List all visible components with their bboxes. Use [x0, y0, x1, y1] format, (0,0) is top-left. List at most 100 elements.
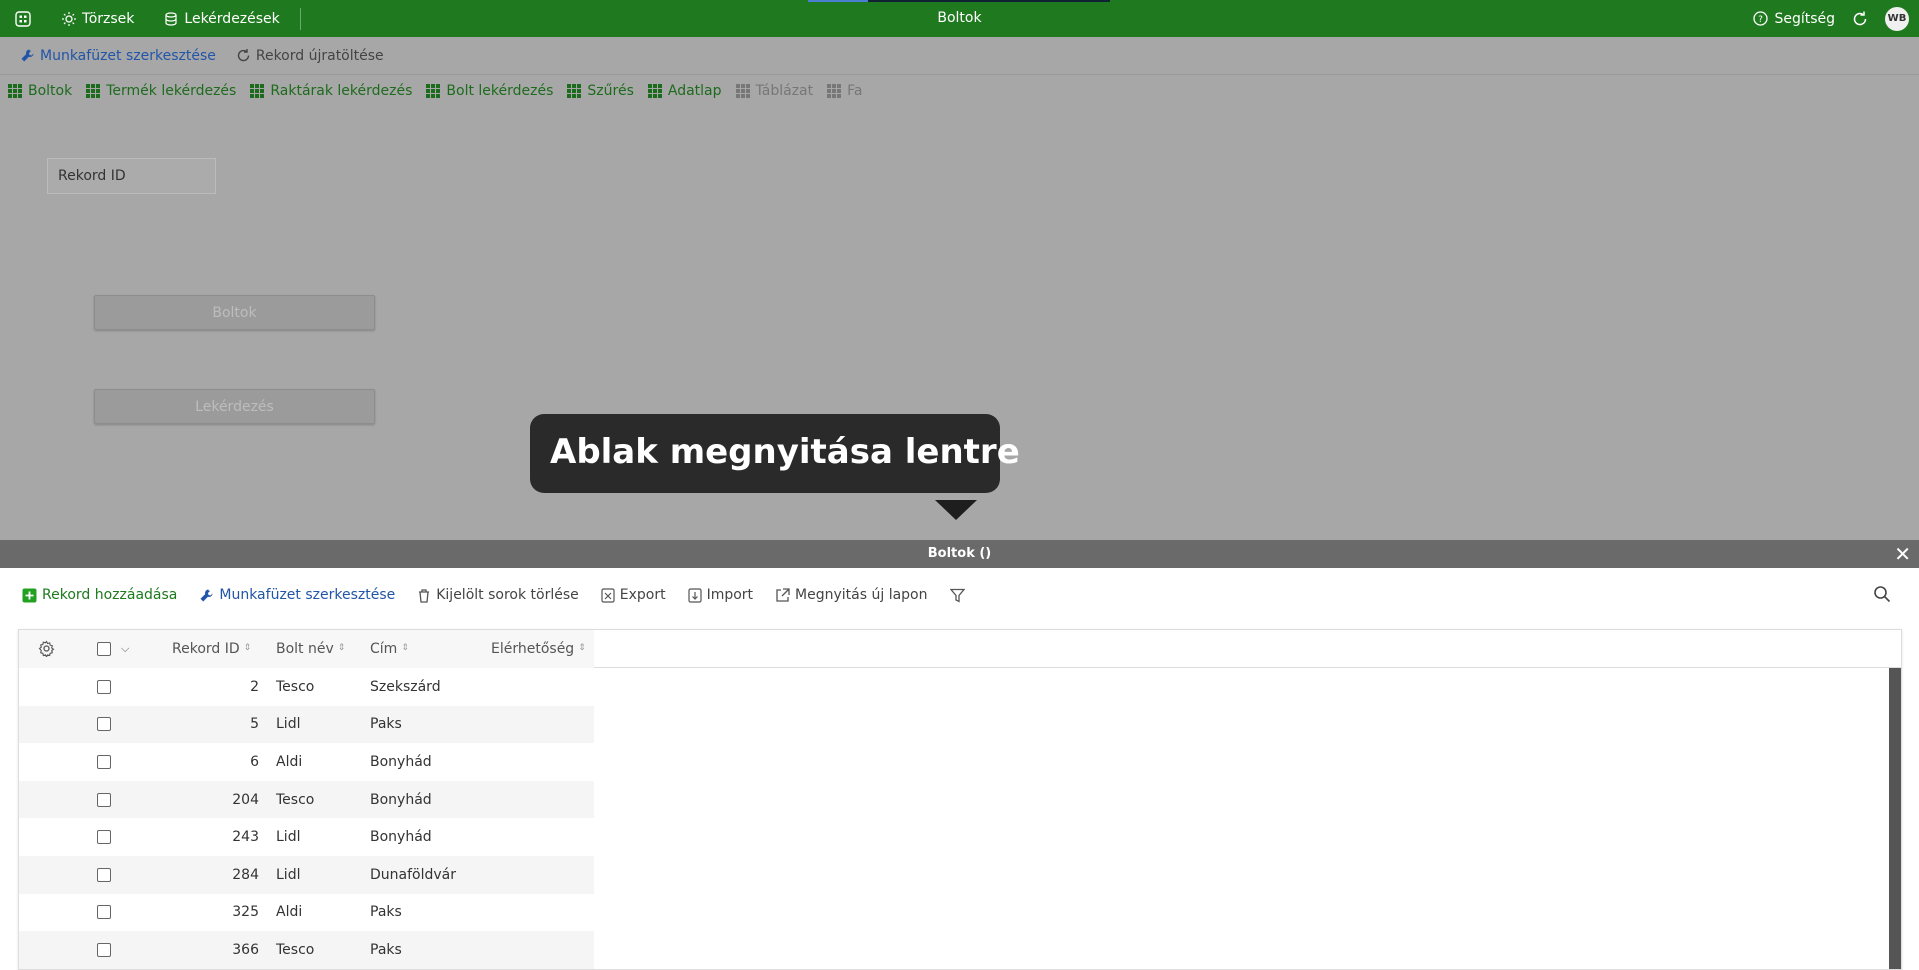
- tab-label: Raktárak lekérdezés: [270, 83, 413, 99]
- import-button[interactable]: Import: [687, 587, 753, 603]
- tab-fa[interactable]: Fa: [827, 83, 862, 99]
- tab-label: Boltok: [28, 83, 73, 99]
- select-all-checkbox[interactable]: [97, 641, 111, 656]
- tab-label: Termék lekérdezés: [106, 83, 237, 99]
- nav-torzsek[interactable]: Törzsek: [62, 11, 134, 27]
- grid-icon: [567, 84, 582, 98]
- help-icon: ?: [1753, 11, 1769, 26]
- help-button[interactable]: ? Segítség: [1753, 11, 1835, 27]
- row-checkbox[interactable]: [97, 706, 111, 744]
- reload-icon: [237, 49, 250, 62]
- cell-address: Paks: [370, 904, 402, 921]
- column-header-name[interactable]: Bolt név ⇕: [276, 630, 345, 667]
- row-checkbox[interactable]: [97, 781, 111, 819]
- sort-icon: ⇕: [578, 643, 586, 653]
- delete-selected-label: Kijelölt sorok törlése: [436, 587, 579, 603]
- tab-label: Adatlap: [667, 83, 722, 99]
- table-row[interactable]: 6 Aldi Bonyhád: [19, 743, 1901, 781]
- export-label: Export: [619, 587, 666, 603]
- cell-address: Paks: [370, 716, 402, 733]
- table-row[interactable]: 366 Tesco Paks: [19, 931, 1901, 969]
- column-label: Bolt név: [276, 640, 334, 657]
- refresh-icon[interactable]: [1851, 10, 1869, 28]
- add-record-button[interactable]: Rekord hozzáadása: [22, 587, 177, 603]
- open-new-tab-button[interactable]: Megnyitás új lapon: [775, 587, 928, 603]
- wrench-icon: [21, 49, 34, 62]
- tab-adatlap[interactable]: Adatlap: [647, 83, 722, 99]
- sun-icon: [62, 11, 76, 26]
- open-new-tab-label: Megnyitás új lapon: [795, 587, 928, 603]
- sort-icon: ⇕: [401, 643, 409, 653]
- avatar[interactable]: WB: [1885, 6, 1909, 31]
- table-settings-button[interactable]: [38, 630, 55, 667]
- cell-address: Paks: [370, 941, 402, 958]
- wrench-icon: [200, 589, 213, 601]
- panel-header: Boltok () ✕: [0, 540, 1919, 568]
- reload-record-button[interactable]: Rekord újratöltése: [236, 48, 384, 64]
- row-checkbox[interactable]: [97, 818, 111, 856]
- column-label: Cím: [370, 640, 398, 657]
- cell-store-name: Tesco: [276, 678, 315, 695]
- nav-lekerdezesek[interactable]: Lekérdezések: [164, 11, 280, 27]
- grid-icon: [827, 84, 842, 98]
- column-header-contact[interactable]: Elérhetőség ⇕: [491, 630, 586, 667]
- trash-icon: [419, 588, 430, 603]
- column-header-id[interactable]: Rekord ID ⇕: [172, 630, 251, 667]
- tab-label: Táblázat: [755, 83, 814, 99]
- scrollbar[interactable]: [1889, 668, 1901, 969]
- table-row[interactable]: 325 Aldi Paks: [19, 893, 1901, 932]
- top-app-bar: Törzsek Lekérdezések Boltok ? Segítség W…: [0, 0, 1919, 37]
- apps-menu-button[interactable]: [0, 0, 46, 37]
- tab-termek-lekerdezes[interactable]: Termék lekérdezés: [86, 83, 236, 99]
- tooltip: Ablak megnyitása lentre: [530, 414, 1020, 493]
- edit-workbook-button[interactable]: Munkafüzet szerkesztése: [20, 48, 216, 64]
- nav-torzsek-label: Törzsek: [82, 10, 135, 27]
- help-label: Segítség: [1774, 10, 1835, 27]
- boltok-button[interactable]: Boltok: [94, 295, 375, 330]
- table-row[interactable]: 5 Lidl Paks: [19, 705, 1901, 744]
- search-button[interactable]: [1873, 585, 1891, 607]
- tab-tablazat[interactable]: Táblázat: [735, 83, 814, 99]
- loading-indicator: [808, 0, 1110, 2]
- tab-boltok[interactable]: Boltok: [8, 83, 72, 99]
- window-title: Boltok: [937, 10, 982, 26]
- tab-bolt-lekerdezes[interactable]: Bolt lekérdezés: [426, 83, 553, 99]
- cell-address: Bonyhád: [370, 791, 432, 808]
- column-header-address[interactable]: Cím ⇕: [370, 630, 409, 667]
- chevron-down-icon[interactable]: ⌵: [121, 642, 129, 656]
- plus-icon: [22, 588, 37, 602]
- import-icon: [687, 587, 702, 603]
- cell-store-name: Lidl: [276, 866, 301, 883]
- row-checkbox[interactable]: [97, 931, 111, 969]
- grid-icon: [250, 84, 265, 98]
- apps-grid-icon: [15, 10, 31, 27]
- grid-icon: [86, 84, 101, 98]
- grid-icon: [8, 84, 22, 98]
- record-id-field[interactable]: Rekord ID: [47, 158, 216, 194]
- tab-szures[interactable]: Szűrés: [567, 83, 634, 99]
- close-icon[interactable]: ✕: [1894, 540, 1911, 568]
- tab-label: Bolt lekérdezés: [446, 83, 554, 99]
- delete-selected-button[interactable]: Kijelölt sorok törlése: [417, 587, 579, 603]
- cell-store-name: Tesco: [276, 791, 315, 808]
- filter-button[interactable]: [949, 588, 965, 603]
- table-row[interactable]: 243 Lidl Bonyhád: [19, 818, 1901, 856]
- row-checkbox[interactable]: [97, 668, 111, 706]
- panel-toolbar: Rekord hozzáadása Munkafüzet szerkesztés…: [0, 568, 1919, 622]
- row-checkbox[interactable]: [97, 743, 111, 781]
- query-button[interactable]: Lekérdezés: [94, 389, 375, 424]
- row-checkbox[interactable]: [97, 894, 111, 932]
- table-row[interactable]: 284 Lidl Dunaföldvár: [19, 855, 1901, 894]
- edit-workbook-label: Munkafüzet szerkesztése: [219, 587, 396, 603]
- export-button[interactable]: Export: [601, 587, 666, 603]
- table-row[interactable]: 204 Tesco Bonyhád: [19, 780, 1901, 819]
- cell-address: Dunaföldvár: [370, 866, 456, 883]
- table-row[interactable]: 2 Tesco Szekszárd: [19, 668, 1901, 706]
- tab-raktarak-lekerdezes[interactable]: Raktárak lekérdezés: [250, 83, 412, 99]
- edit-workbook-button[interactable]: Munkafüzet szerkesztése: [199, 587, 395, 603]
- grid-icon: [735, 84, 750, 98]
- row-checkbox[interactable]: [97, 856, 111, 894]
- cell-record-id: 2: [250, 678, 259, 695]
- panel-title: Boltok (): [927, 546, 992, 561]
- select-all[interactable]: ⌵: [97, 630, 129, 667]
